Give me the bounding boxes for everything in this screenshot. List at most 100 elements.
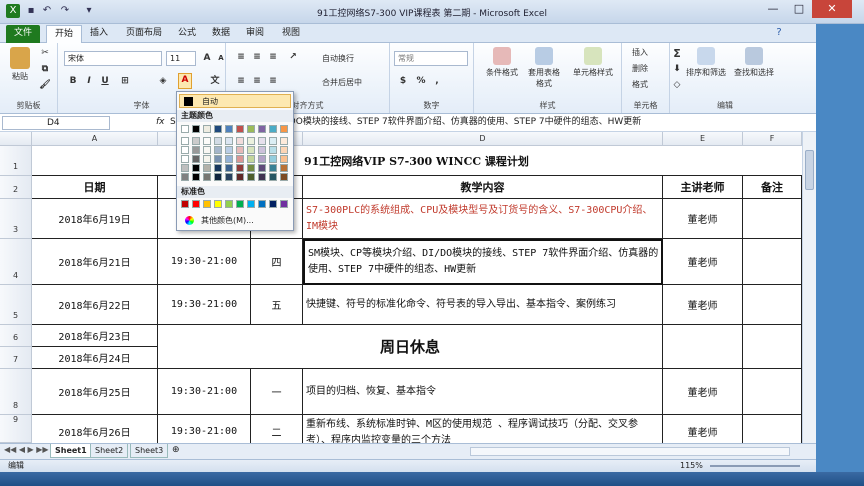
- theme-color-swatch[interactable]: [214, 164, 222, 172]
- theme-color-swatch[interactable]: [269, 164, 277, 172]
- weekday-cell-r9[interactable]: 二: [251, 415, 303, 443]
- tab-view[interactable]: 视图: [274, 25, 308, 43]
- date-cell-r4[interactable]: 2018年6月21日: [32, 239, 158, 285]
- theme-color-swatch[interactable]: [247, 146, 255, 154]
- theme-color-swatch[interactable]: [203, 137, 211, 145]
- border-icon[interactable]: ⊞: [118, 75, 132, 88]
- theme-color-swatch[interactable]: [269, 155, 277, 163]
- column-header-a[interactable]: A: [32, 132, 158, 146]
- content-cell-r8[interactable]: 项目的归档、恢复、基本指令: [303, 369, 663, 415]
- theme-color-swatch[interactable]: [258, 164, 266, 172]
- theme-color-swatch[interactable]: [203, 164, 211, 172]
- align-right-icon[interactable]: ≡: [266, 75, 280, 88]
- theme-color-swatch[interactable]: [236, 125, 244, 133]
- theme-color-swatch[interactable]: [258, 146, 266, 154]
- sort-filter-button[interactable]: 排序和筛选: [684, 47, 728, 78]
- time-cell-r4[interactable]: 19:30-21:00: [158, 239, 251, 285]
- copy-icon[interactable]: ⧉: [38, 63, 52, 76]
- theme-color-swatch[interactable]: [225, 137, 233, 145]
- time-cell-r5[interactable]: 19:30-21:00: [158, 285, 251, 325]
- clear-icon[interactable]: ◇: [670, 79, 684, 92]
- weekday-cell-r5[interactable]: 五: [251, 285, 303, 325]
- remark-cell-r5[interactable]: [743, 285, 802, 325]
- row-header-2[interactable]: 2: [0, 176, 32, 199]
- weekday-cell-r4[interactable]: 四: [251, 239, 303, 285]
- theme-color-swatch[interactable]: [203, 146, 211, 154]
- theme-color-swatch[interactable]: [192, 146, 200, 154]
- cut-icon[interactable]: ✂: [38, 47, 52, 60]
- row-header-9[interactable]: 9: [0, 415, 32, 443]
- date-cell-r3[interactable]: 2018年6月19日: [32, 199, 158, 239]
- column-header-d[interactable]: D: [303, 132, 663, 146]
- sheet-title-cell[interactable]: 91工控网络VIP S7-300 WINCC 课程计划: [32, 146, 802, 176]
- content-cell-r3[interactable]: S7-300PLC的系统组成、CPU及模块型号及订货号的含义、S7-300CPU…: [303, 199, 663, 239]
- teacher-cell-r3[interactable]: 董老师: [663, 199, 743, 239]
- standard-color-swatch[interactable]: [258, 200, 266, 208]
- theme-color-swatch[interactable]: [236, 164, 244, 172]
- theme-color-swatch[interactable]: [225, 146, 233, 154]
- underline-button[interactable]: U: [98, 75, 112, 88]
- time-cell-r9[interactable]: 19:30-21:00: [158, 415, 251, 443]
- theme-color-swatch[interactable]: [269, 173, 277, 181]
- standard-color-swatch[interactable]: [181, 200, 189, 208]
- theme-color-swatch[interactable]: [214, 125, 222, 133]
- theme-color-swatch[interactable]: [214, 155, 222, 163]
- teacher-cell-r4[interactable]: 董老师: [663, 239, 743, 285]
- sheet-tab-2[interactable]: Sheet2: [90, 444, 129, 458]
- date-cell-r7[interactable]: 2018年6月24日: [32, 347, 158, 369]
- phonetic-icon[interactable]: 文: [208, 75, 222, 88]
- tab-page-layout[interactable]: 页面布局: [118, 25, 170, 43]
- date-cell-r5[interactable]: 2018年6月22日: [32, 285, 158, 325]
- row-header-6[interactable]: 6: [0, 325, 32, 347]
- theme-color-swatch[interactable]: [280, 164, 288, 172]
- insert-cells-button[interactable]: 插入: [632, 47, 648, 58]
- theme-color-swatch[interactable]: [269, 146, 277, 154]
- theme-color-swatch[interactable]: [280, 137, 288, 145]
- orientation-icon[interactable]: ↗: [286, 51, 300, 64]
- row-header-8[interactable]: 8: [0, 369, 32, 415]
- remark-cell-r6[interactable]: [743, 325, 802, 369]
- comma-button[interactable]: ,: [430, 75, 444, 88]
- tab-file[interactable]: 文件: [6, 25, 41, 43]
- theme-color-swatch[interactable]: [225, 155, 233, 163]
- bold-button[interactable]: B: [66, 75, 80, 88]
- column-header-e[interactable]: E: [663, 132, 743, 146]
- standard-color-swatch[interactable]: [225, 200, 233, 208]
- row-header-5[interactable]: 5: [0, 285, 32, 325]
- vertical-scrollbar[interactable]: [802, 132, 816, 443]
- name-box[interactable]: D4: [2, 116, 110, 130]
- wrap-text-button[interactable]: 自动换行: [322, 53, 354, 64]
- font-color-icon[interactable]: A: [178, 73, 192, 89]
- tab-review[interactable]: 审阅: [238, 25, 272, 43]
- theme-color-swatch[interactable]: [203, 173, 211, 181]
- column-header-f[interactable]: F: [743, 132, 802, 146]
- sheet-tab-1[interactable]: Sheet1: [50, 444, 92, 458]
- theme-color-swatch[interactable]: [280, 173, 288, 181]
- theme-color-swatch[interactable]: [181, 173, 189, 181]
- header-content-cell[interactable]: 教学内容: [303, 176, 663, 199]
- theme-color-swatch[interactable]: [258, 155, 266, 163]
- zoom-level[interactable]: 115%: [680, 460, 703, 472]
- standard-color-swatch[interactable]: [247, 200, 255, 208]
- grow-font-icon[interactable]: A: [200, 52, 214, 65]
- theme-color-swatch[interactable]: [192, 125, 200, 133]
- scroll-thumb[interactable]: [805, 150, 814, 190]
- align-top-icon[interactable]: ≡: [234, 51, 248, 64]
- close-button[interactable]: ✕: [812, 0, 852, 18]
- theme-color-swatch[interactable]: [280, 125, 288, 133]
- theme-color-swatch[interactable]: [181, 155, 189, 163]
- zoom-slider[interactable]: [710, 465, 800, 467]
- currency-icon[interactable]: $: [396, 75, 410, 88]
- percent-button[interactable]: %: [414, 75, 428, 88]
- header-remark-cell[interactable]: 备注: [743, 176, 802, 199]
- standard-color-swatch[interactable]: [236, 200, 244, 208]
- select-all-corner[interactable]: [0, 132, 32, 146]
- tab-insert[interactable]: 插入: [82, 25, 116, 43]
- remark-cell-r9[interactable]: [743, 415, 802, 443]
- theme-color-swatch[interactable]: [181, 146, 189, 154]
- header-teacher-cell[interactable]: 主讲老师: [663, 176, 743, 199]
- theme-color-swatch[interactable]: [236, 137, 244, 145]
- theme-color-swatch[interactable]: [225, 164, 233, 172]
- fill-icon[interactable]: ⬇: [670, 63, 684, 76]
- theme-color-swatch[interactable]: [258, 173, 266, 181]
